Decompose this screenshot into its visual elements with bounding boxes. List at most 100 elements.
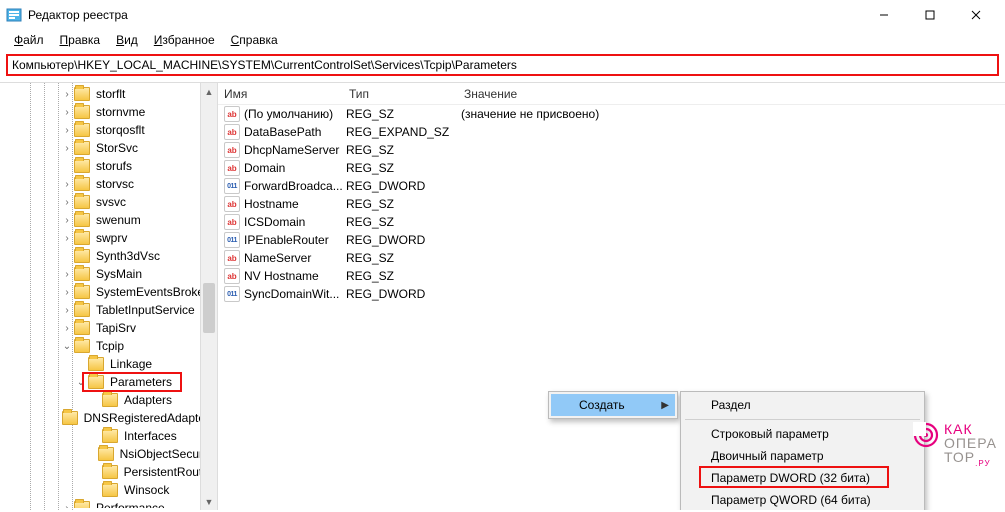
reg-binary-icon: [224, 286, 240, 302]
tree-item[interactable]: ›TabletInputService: [0, 301, 217, 319]
ctx-item[interactable]: Параметр QWORD (64 бита): [683, 489, 922, 510]
value-name: Domain: [244, 161, 346, 175]
col-type[interactable]: Тип: [343, 87, 458, 101]
value-type: REG_SZ: [346, 197, 461, 211]
titlebar: Редактор реестра: [0, 0, 1005, 30]
twisty-closed-icon[interactable]: ›: [60, 305, 74, 316]
value-row[interactable]: ICSDomainREG_SZ: [218, 213, 1005, 231]
tree-item[interactable]: ›swenum: [0, 211, 217, 229]
twisty-closed-icon[interactable]: ›: [60, 125, 74, 136]
twisty-open-icon[interactable]: ⌄: [74, 377, 88, 388]
folder-icon: [102, 429, 118, 443]
scroll-up-icon[interactable]: ▲: [201, 83, 217, 100]
value-row[interactable]: ForwardBroadca...REG_DWORD: [218, 177, 1005, 195]
twisty-closed-icon[interactable]: ›: [60, 233, 74, 244]
twisty-closed-icon[interactable]: ›: [60, 197, 74, 208]
twisty-closed-icon[interactable]: ›: [60, 89, 74, 100]
tree-label: svsvc: [94, 195, 128, 209]
tree-label: StorSvc: [94, 141, 140, 155]
menu-edit[interactable]: Правка: [52, 31, 109, 49]
ctx-item[interactable]: Параметр DWORD (32 бита): [683, 467, 922, 489]
value-row[interactable]: (По умолчанию)REG_SZ(значение не присвое…: [218, 105, 1005, 123]
menu-view[interactable]: Вид: [108, 31, 146, 49]
twisty-closed-icon[interactable]: ›: [60, 107, 74, 118]
value-name: SyncDomainWit...: [244, 287, 346, 301]
tree-label: SystemEventsBroker: [94, 285, 210, 299]
tree-item[interactable]: Interfaces: [0, 427, 217, 445]
twisty-closed-icon[interactable]: ›: [60, 323, 74, 334]
tree-pane[interactable]: ›storflt›stornvme›storqosflt›StorSvcstor…: [0, 83, 218, 510]
col-name[interactable]: Имя: [218, 87, 343, 101]
tree-item[interactable]: › stornvme: [0, 103, 217, 121]
value-row[interactable]: NameServerREG_SZ: [218, 249, 1005, 267]
value-row[interactable]: DomainREG_SZ: [218, 159, 1005, 177]
value-row[interactable]: NV HostnameREG_SZ: [218, 267, 1005, 285]
tree-item[interactable]: ›swprv: [0, 229, 217, 247]
menu-help[interactable]: Справка: [223, 31, 286, 49]
twisty-closed-icon[interactable]: ›: [60, 215, 74, 226]
tree-item[interactable]: Winsock: [0, 481, 217, 499]
tree-item[interactable]: ›SysMain: [0, 265, 217, 283]
folder-icon: [74, 213, 90, 227]
menu-favorites[interactable]: Избранное: [146, 31, 223, 49]
value-row[interactable]: SyncDomainWit...REG_DWORD: [218, 285, 1005, 303]
close-button[interactable]: [953, 0, 999, 30]
reg-string-icon: [224, 124, 240, 140]
tree-item[interactable]: storufs: [0, 157, 217, 175]
twisty-closed-icon[interactable]: ›: [60, 179, 74, 190]
value-name: Hostname: [244, 197, 346, 211]
tree-item[interactable]: ›Performance: [0, 499, 217, 508]
column-headers[interactable]: Имя Тип Значение: [218, 83, 1005, 105]
ctx-create-item[interactable]: Создать ▶: [551, 394, 675, 416]
tree-item[interactable]: Linkage: [0, 355, 217, 373]
tree-scrollbar[interactable]: ▲ ▼: [200, 83, 217, 510]
ctx-item[interactable]: Строковый параметр: [683, 423, 922, 445]
tree-label: stornvme: [94, 105, 147, 119]
col-value[interactable]: Значение: [458, 87, 1005, 101]
folder-icon: [62, 411, 78, 425]
app-icon: [6, 7, 22, 23]
tree-item[interactable]: NsiObjectSecurity: [0, 445, 217, 463]
tree-item[interactable]: › StorSvc: [0, 139, 217, 157]
twisty-open-icon[interactable]: ⌄: [60, 341, 74, 352]
tree-item[interactable]: ⌄Tcpip: [0, 337, 217, 355]
scroll-down-icon[interactable]: ▼: [201, 493, 217, 510]
value-row[interactable]: DhcpNameServerREG_SZ: [218, 141, 1005, 159]
menu-file[interactable]: Файл: [6, 31, 52, 49]
twisty-closed-icon[interactable]: ›: [60, 287, 74, 298]
minimize-button[interactable]: [861, 0, 907, 30]
reg-binary-icon: [224, 178, 240, 194]
tree-item[interactable]: ›TapiSrv: [0, 319, 217, 337]
value-data: (значение не присвоено): [461, 107, 1005, 121]
twisty-closed-icon[interactable]: ›: [60, 269, 74, 280]
address-bar[interactable]: Компьютер\HKEY_LOCAL_MACHINE\SYSTEM\Curr…: [6, 54, 999, 76]
value-type: REG_SZ: [346, 251, 461, 265]
value-row[interactable]: IPEnableRouterREG_DWORD: [218, 231, 1005, 249]
address-text: Компьютер\HKEY_LOCAL_MACHINE\SYSTEM\Curr…: [12, 58, 517, 72]
maximize-button[interactable]: [907, 0, 953, 30]
tree-item[interactable]: ⌄Parameters: [0, 373, 217, 391]
folder-icon: [98, 447, 114, 461]
menubar: Файл Правка Вид Избранное Справка: [0, 30, 1005, 50]
ctx-item[interactable]: Раздел: [683, 394, 922, 416]
twisty-closed-icon[interactable]: ›: [60, 503, 74, 509]
scroll-thumb[interactable]: [203, 283, 215, 333]
value-row[interactable]: HostnameREG_SZ: [218, 195, 1005, 213]
tree-item[interactable]: ›storflt: [0, 85, 217, 103]
tree-item[interactable]: ›storvsc: [0, 175, 217, 193]
twisty-closed-icon[interactable]: ›: [60, 143, 74, 154]
tree-item[interactable]: ›storqosflt: [0, 121, 217, 139]
tree-item[interactable]: Adapters: [0, 391, 217, 409]
tree-item[interactable]: › SystemEventsBroker: [0, 283, 217, 301]
value-row[interactable]: DataBasePathREG_EXPAND_SZ: [218, 123, 1005, 141]
folder-icon: [74, 303, 90, 317]
watermark: КАК ОПЕРА ТОР.РУ: [913, 422, 997, 468]
submenu-arrow-icon: ▶: [661, 400, 669, 411]
tree-item[interactable]: DNSRegisteredAdapters: [0, 409, 217, 427]
ctx-item[interactable]: Двоичный параметр: [683, 445, 922, 467]
folder-icon: [88, 357, 104, 371]
tree-item[interactable]: PersistentRoutes: [0, 463, 217, 481]
tree-item[interactable]: Synth3dVsc: [0, 247, 217, 265]
tree-item[interactable]: › svsvc: [0, 193, 217, 211]
reg-string-icon: [224, 142, 240, 158]
